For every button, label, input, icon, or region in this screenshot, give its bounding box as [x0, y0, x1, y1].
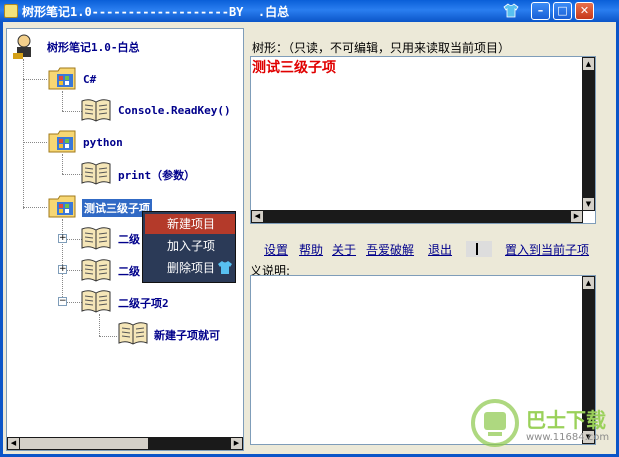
watermark-logo-icon — [471, 399, 519, 447]
settings-link[interactable]: 设置 — [264, 241, 288, 258]
watermark-url: www.11684.com — [526, 432, 610, 443]
tree-root-label[interactable]: 树形笔记1.0-白总 — [47, 39, 140, 55]
window-title: 树形笔记1.0-------------------BY .白总 — [22, 5, 290, 19]
current-node-textbox[interactable]: 测试三级子项 ▲ ▼ ◀ ▶ — [250, 56, 596, 224]
scroll-left-arrow-icon[interactable]: ◀ — [252, 211, 263, 222]
tree-node-label[interactable]: 二级 — [118, 263, 140, 279]
folder-icon — [48, 195, 76, 218]
shirt-skin-icon — [218, 261, 232, 274]
book-icon — [81, 162, 111, 185]
title-bar[interactable]: 树形笔记1.0-------------------BY .白总 – □ ✕ — [0, 0, 619, 22]
book-icon — [81, 227, 111, 250]
scroll-up-arrow-icon[interactable]: ▲ — [583, 277, 594, 289]
shirt-skin-icon[interactable] — [503, 3, 519, 18]
minimize-button[interactable]: – — [531, 2, 550, 20]
folder-icon — [48, 130, 76, 153]
context-menu: 新建项目 加入子项 删除项目 — [142, 211, 236, 283]
tree-horizontal-scrollbar[interactable]: ◀ ▶ — [7, 437, 243, 450]
vertical-scrollbar[interactable]: ▲ ▼ — [582, 57, 595, 211]
book-icon — [81, 290, 111, 313]
folder-icon — [48, 67, 76, 90]
current-node-text: 测试三级子项 — [252, 60, 336, 76]
watermark-brand: 巴士下载 — [526, 408, 606, 432]
help-link[interactable]: 帮助 — [299, 241, 323, 258]
about-link[interactable]: 关于 — [332, 241, 356, 258]
scroll-left-arrow-icon[interactable]: ◀ — [8, 438, 19, 449]
tree-readonly-label: 树形：（只读，不可编辑，只用来读取当前项目） — [252, 41, 511, 55]
exit-link[interactable]: 退出 — [428, 241, 452, 258]
tree-node-label[interactable]: 二级 — [118, 231, 140, 247]
52pojie-link[interactable]: 吾爱破解 — [366, 241, 414, 258]
separator-box — [466, 241, 492, 257]
close-button[interactable]: ✕ — [575, 2, 594, 20]
context-menu-new-item[interactable]: 新建项目 — [145, 214, 235, 234]
tree-node-label[interactable]: Console.ReadKey() — [118, 104, 231, 117]
tree-node-label[interactable]: 二级子项2 — [118, 295, 169, 311]
book-icon — [118, 322, 148, 345]
book-icon — [81, 259, 111, 282]
scroll-down-arrow-icon[interactable]: ▼ — [583, 198, 594, 210]
watermark: 巴士下载 www.11684.com — [470, 398, 610, 454]
root-person-icon — [13, 34, 31, 59]
book-icon — [81, 99, 111, 122]
scroll-up-arrow-icon[interactable]: ▲ — [583, 58, 594, 70]
tree-node-label[interactable]: python — [83, 136, 123, 149]
expand-toggle[interactable]: + — [58, 234, 67, 243]
maximize-button[interactable]: □ — [553, 2, 572, 20]
scroll-right-arrow-icon[interactable]: ▶ — [571, 211, 582, 222]
expand-toggle[interactable]: + — [58, 265, 67, 274]
context-menu-add-child[interactable]: 加入子项 — [145, 236, 235, 256]
insert-to-current-link[interactable]: 置入到当前子项 — [505, 241, 589, 258]
separator — [476, 243, 478, 255]
app-icon — [4, 4, 18, 18]
collapse-toggle[interactable]: − — [58, 297, 67, 306]
tree-node-label[interactable]: 新建子项就可 — [154, 327, 220, 343]
tree-node-label[interactable]: C# — [83, 73, 96, 86]
horizontal-scrollbar[interactable]: ◀ ▶ — [251, 210, 583, 223]
scroll-right-arrow-icon[interactable]: ▶ — [231, 438, 242, 449]
tree-node-label[interactable]: print（参数） — [118, 167, 195, 183]
scroll-thumb[interactable] — [20, 438, 148, 449]
